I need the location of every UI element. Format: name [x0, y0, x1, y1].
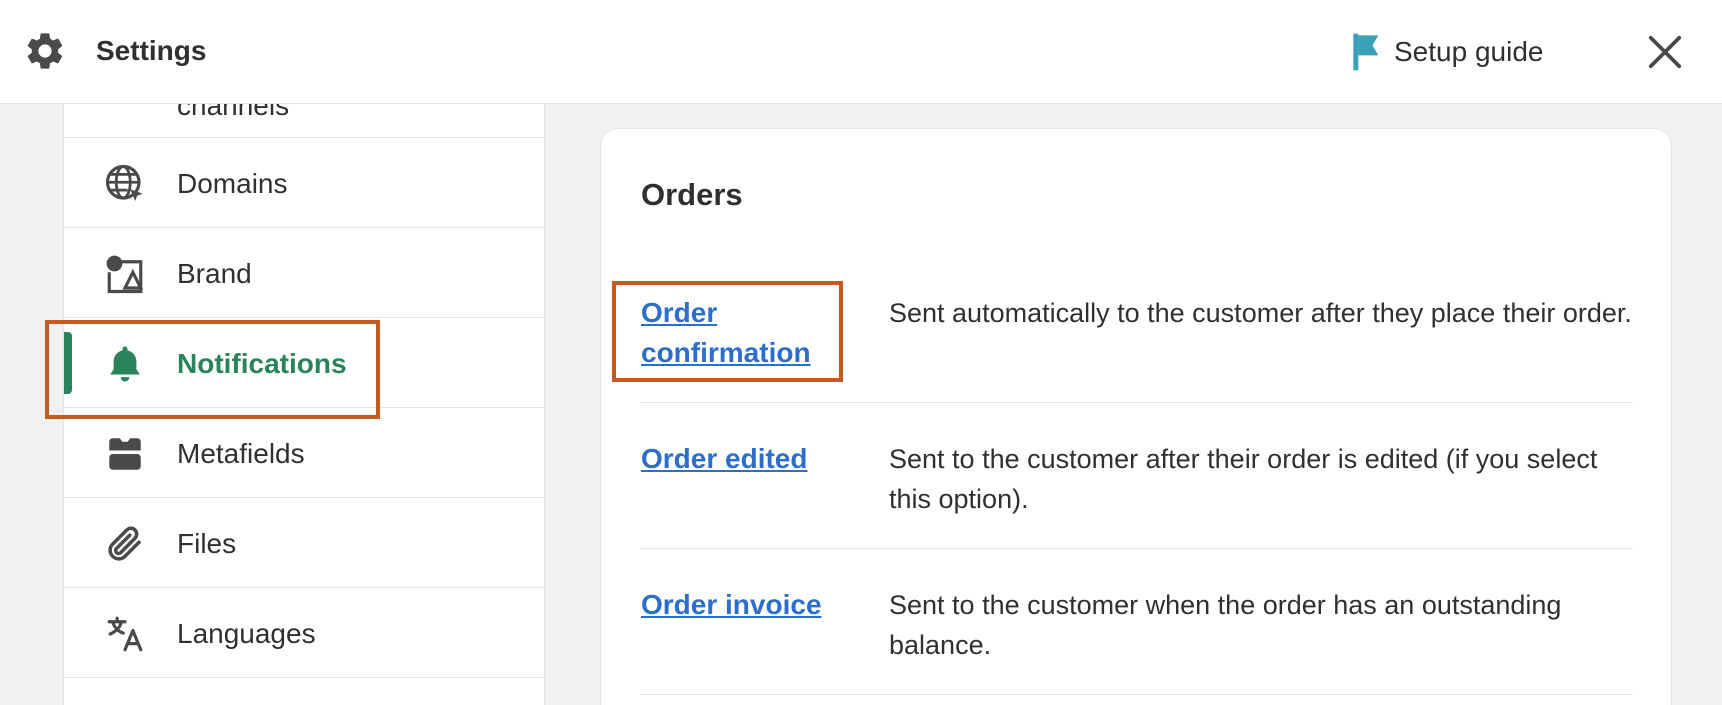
notification-row: Order edited Sent to the customer after … [641, 439, 1633, 549]
gear-icon [27, 33, 63, 69]
orders-card: Orders Order confirmation Sent automatic… [600, 128, 1672, 705]
sidebar-item-channels[interactable]: channels [64, 104, 544, 138]
sidebar-item-label: Files [177, 528, 237, 559]
bell-icon [110, 346, 140, 382]
sidebar-item-metafields[interactable]: Metafields [64, 408, 544, 498]
settings-sidebar: channels Domains Brand Notifications Met… [63, 104, 545, 705]
sidebar-item-label: Languages [177, 618, 316, 649]
sidebar-item-label: Domains [177, 168, 288, 199]
paperclip-icon [108, 526, 141, 561]
order-invoice-link[interactable]: Order invoice [641, 585, 851, 625]
active-indicator [64, 332, 72, 394]
notification-row: Order confirmation Sent automatically to… [641, 293, 1633, 403]
close-icon[interactable] [1646, 33, 1684, 71]
sidebar-item-files[interactable]: Files [64, 498, 544, 588]
sidebar-item-brand[interactable]: Brand [64, 228, 544, 318]
flag-icon [1353, 33, 1379, 71]
order-edited-link[interactable]: Order edited [641, 439, 851, 479]
app-title: Settings [96, 35, 207, 66]
notification-row: Order invoice Sent to the customer when … [641, 585, 1633, 695]
sidebar-item-label: Metafields [177, 438, 305, 469]
top-bar: Settings Setup guide [0, 0, 1722, 104]
notification-description: Sent automatically to the customer after… [889, 298, 1632, 328]
brand-icon [106, 255, 144, 294]
order-confirmation-link[interactable]: Order confirmation [641, 293, 851, 373]
translate-icon [107, 616, 143, 652]
section-title: Orders [641, 177, 743, 212]
sidebar-item-languages[interactable]: Languages [64, 588, 544, 678]
sidebar-item-label: Brand [177, 258, 252, 289]
metafields-icon [109, 438, 141, 470]
setup-guide-label: Setup guide [1394, 36, 1544, 67]
notification-description: Sent to the customer after their order i… [889, 444, 1598, 514]
sidebar-item-label: Notifications [177, 348, 347, 379]
setup-guide-button[interactable]: Setup guide [1348, 30, 1543, 74]
sidebar-item-notifications[interactable]: Notifications [64, 318, 544, 408]
notification-description: Sent to the customer when the order has … [889, 590, 1562, 660]
sidebar-item-label: channels [177, 104, 290, 121]
globe-icon [105, 164, 143, 201]
sidebar-item-domains[interactable]: Domains [64, 138, 544, 228]
